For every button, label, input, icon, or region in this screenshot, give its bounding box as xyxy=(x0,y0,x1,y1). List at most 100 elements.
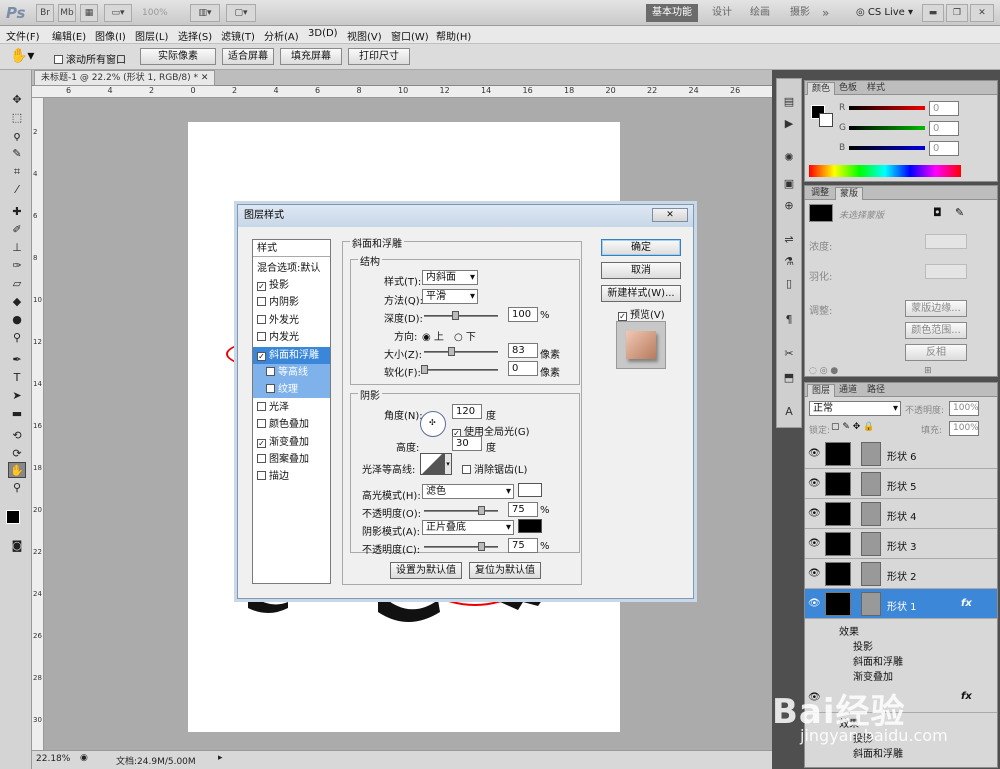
shape-tool-icon[interactable]: ▬ xyxy=(8,406,26,422)
highlight-opacity-slider[interactable] xyxy=(424,510,498,512)
style-item[interactable]: ✓ 渐变叠加 xyxy=(253,434,330,451)
depth-slider-knob[interactable] xyxy=(452,311,459,320)
checkbox-icon[interactable] xyxy=(257,454,266,463)
more-workspaces-icon[interactable]: » xyxy=(822,4,829,22)
brush-tool-icon[interactable]: ✐ xyxy=(8,222,26,238)
feather-input[interactable] xyxy=(925,264,967,279)
checkbox-icon[interactable] xyxy=(257,471,266,481)
tab-channels[interactable]: 通道 xyxy=(835,384,861,397)
dodge-tool-icon[interactable]: ⚲ xyxy=(8,330,26,346)
style-item[interactable]: 等高线 xyxy=(253,364,330,381)
workspace-photography[interactable]: 摄影 xyxy=(790,4,810,22)
checkbox-icon[interactable] xyxy=(257,401,266,411)
actual-pixels-button[interactable]: 实际像素 xyxy=(140,48,216,65)
checkbox-icon[interactable] xyxy=(266,367,275,376)
ok-button[interactable]: 确定 xyxy=(601,239,681,256)
character-icon[interactable]: A xyxy=(781,405,797,419)
tab-masks[interactable]: 蒙版 xyxy=(835,187,864,200)
color-spectrum-bar[interactable] xyxy=(809,165,961,177)
depth-slider[interactable] xyxy=(424,315,498,317)
layer-row-shape6[interactable]: 👁 形状 6 xyxy=(805,439,997,469)
effect-bevel-emboss[interactable]: 斜面和浮雕 xyxy=(853,653,903,668)
visibility-eye-icon[interactable]: 👁 xyxy=(808,568,821,579)
new-style-button[interactable]: 新建样式(W)... xyxy=(601,285,681,302)
menu-3d[interactable]: 3D(D) xyxy=(308,28,338,39)
invert-button[interactable]: 反相 xyxy=(905,344,967,361)
shadow-mode-select[interactable]: 正片叠底 ▾ xyxy=(422,520,514,535)
close-tab-icon[interactable]: ✕ xyxy=(201,73,209,83)
effect-gradient-overlay[interactable]: 渐变叠加 xyxy=(853,668,893,683)
layer-fx-icon[interactable]: fx xyxy=(961,598,972,609)
minimize-button[interactable]: ▬ xyxy=(922,4,944,22)
clone-stamp-tool-icon[interactable]: ⊥ xyxy=(8,240,26,256)
quick-selection-tool-icon[interactable]: ✎ xyxy=(8,146,26,162)
soften-slider[interactable] xyxy=(424,369,498,371)
anti-alias-checkbox[interactable]: 消除锯齿(L) xyxy=(462,461,527,476)
highlight-color-swatch[interactable] xyxy=(518,483,542,497)
gloss-contour-preview[interactable] xyxy=(420,453,444,475)
menu-view[interactable]: 视图(V) xyxy=(347,28,382,43)
direction-up-radio[interactable]: ◉ 上 xyxy=(422,328,444,343)
style-select[interactable]: 内斜面 ▾ xyxy=(422,270,478,285)
mask-footer-icons[interactable]: ◌ ◎ ● ⊞ xyxy=(809,366,932,376)
channel-r-input[interactable]: 0 xyxy=(929,101,959,116)
scroll-all-windows-checkbox[interactable]: 滚动所有窗口 xyxy=(54,51,126,66)
highlight-opacity-knob[interactable] xyxy=(478,506,485,515)
density-input[interactable] xyxy=(925,234,967,249)
extras-icon[interactable]: ▦ xyxy=(80,4,98,22)
effects-group-label[interactable]: 效果 xyxy=(839,623,859,638)
layer-row-shape5[interactable]: 👁 形状 5 xyxy=(805,469,997,499)
cs-live-button[interactable]: ◎ CS Live ▾ xyxy=(856,4,913,22)
crop-tool-icon[interactable]: ⌗ xyxy=(8,164,26,180)
workspace-design[interactable]: 设计 xyxy=(712,4,732,22)
checkbox-icon[interactable] xyxy=(266,384,275,394)
tab-swatches[interactable]: 色板 xyxy=(835,82,861,95)
checkbox-checked-icon[interactable]: ✓ xyxy=(257,438,266,448)
arrange-documents-icon[interactable]: ▥▾ xyxy=(190,4,220,22)
lower-effect-bevel-emboss[interactable]: 斜面和浮雕 xyxy=(853,745,903,760)
channel-b-input[interactable]: 0 xyxy=(929,141,959,156)
dialog-close-button[interactable]: ✕ xyxy=(652,208,688,222)
tab-paths[interactable]: 路径 xyxy=(863,384,889,397)
style-item[interactable]: 内发光 xyxy=(253,329,330,346)
soften-slider-knob[interactable] xyxy=(421,365,428,374)
workspace-essentials[interactable]: 基本功能 xyxy=(646,4,698,22)
marquee-tool-icon[interactable]: ⬚ xyxy=(8,110,26,126)
history-brush-tool-icon[interactable]: ✑ xyxy=(8,258,26,274)
layer-row-shape1[interactable]: 👁 形状 1 fx xyxy=(805,589,997,619)
print-size-button[interactable]: 打印尺寸 xyxy=(348,48,410,65)
zoom-percentage[interactable]: 22.18% xyxy=(36,754,70,764)
style-item[interactable]: 纹理 xyxy=(253,381,330,399)
3d-rotate-tool-icon[interactable]: ⟲ xyxy=(8,428,26,444)
highlight-opacity-input[interactable]: 75 xyxy=(508,502,538,517)
paint-bucket-tool-icon[interactable]: ◆ xyxy=(8,294,26,310)
style-item[interactable]: 内阴影 xyxy=(253,294,330,311)
size-slider[interactable] xyxy=(424,351,498,353)
technique-select[interactable]: 平滑 ▾ xyxy=(422,289,478,304)
history-panel-icon[interactable]: ▤ xyxy=(781,95,797,109)
highlight-mode-select[interactable]: 滤色 ▾ xyxy=(422,484,514,499)
foreground-color-swatch[interactable] xyxy=(6,510,20,524)
fill-screen-button[interactable]: 填充屏幕 xyxy=(280,48,342,65)
blending-options-item[interactable]: 混合选项:默认 xyxy=(253,260,330,277)
close-button[interactable]: ✕ xyxy=(970,4,994,22)
layer-comps-icon[interactable]: ⚗ xyxy=(781,255,797,269)
checkbox-checked-icon[interactable]: ✓ xyxy=(257,282,266,291)
fit-screen-button[interactable]: 适合屏幕 xyxy=(222,48,274,65)
mask-edge-button[interactable]: 蒙版边缘... xyxy=(905,300,967,317)
tab-layers[interactable]: 图层 xyxy=(807,384,836,397)
visibility-eye-icon[interactable]: 👁 xyxy=(808,508,821,519)
screen-mode-button[interactable]: ▢▾ xyxy=(226,4,256,22)
menu-help[interactable]: 帮助(H) xyxy=(436,28,471,43)
layer-row-shape3[interactable]: 👁 形状 3 xyxy=(805,529,997,559)
checkbox-box[interactable] xyxy=(54,55,63,64)
blur-tool-icon[interactable]: ● xyxy=(8,312,26,328)
shadow-opacity-input[interactable]: 75 xyxy=(508,538,538,553)
style-item[interactable]: 颜色叠加 xyxy=(253,416,330,433)
reset-default-button[interactable]: 复位为默认值 xyxy=(469,562,541,579)
pixel-mask-icon[interactable]: ◘ xyxy=(933,206,942,219)
tab-styles[interactable]: 样式 xyxy=(863,82,889,95)
visibility-eye-icon[interactable]: 👁 xyxy=(808,448,821,459)
channel-r-slider[interactable] xyxy=(849,106,925,110)
checkbox-icon[interactable] xyxy=(257,297,266,307)
